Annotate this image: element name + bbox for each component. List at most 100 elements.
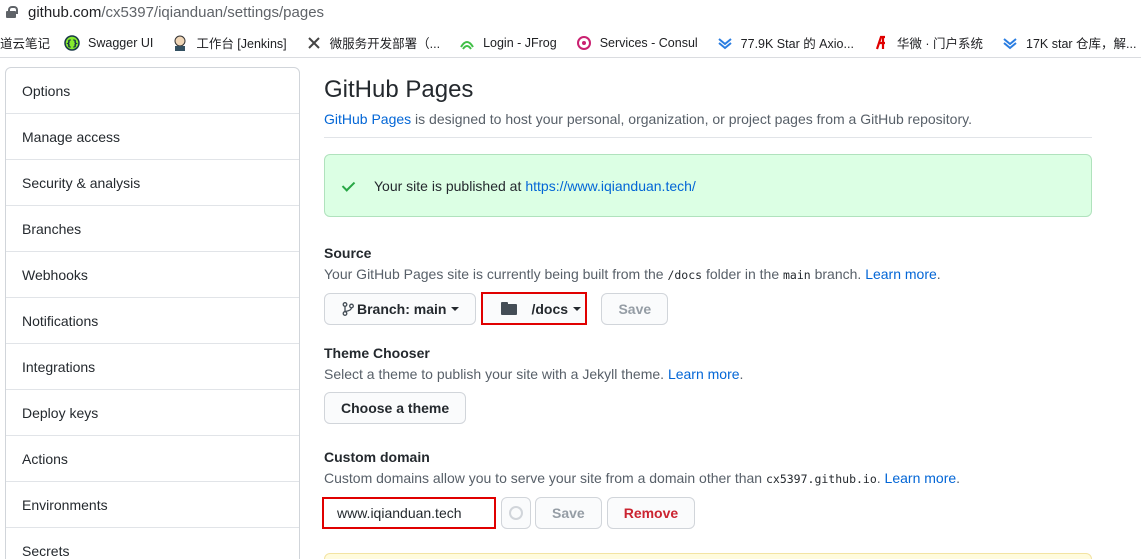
domain-controls: www.iqianduan.tech Save Remove [322,497,1092,529]
source-desc-text: branch. [810,266,866,282]
domain-desc-text: . [876,470,885,486]
pages-settings-main: GitHub Pages GitHub Pages is designed to… [322,67,1092,529]
source-learn-more-link[interactable]: Learn more [865,266,937,282]
branch-select-button[interactable]: Branch: main [324,292,477,325]
folder-icon [501,302,518,315]
git-branch-icon [342,301,354,316]
theme-learn-more-link[interactable]: Learn more [668,366,740,382]
domain-desc-text: Custom domains allow you to serve your s… [324,470,766,486]
domain-save-button[interactable]: Save [535,497,602,529]
chevron-icon [1002,35,1018,51]
lead-text: is designed to host your personal, organ… [411,111,972,127]
bookmark-item[interactable]: 17K star 仓库，解... [1002,33,1136,52]
folder-button-label: /docs [531,300,569,317]
source-desc: Your GitHub Pages site is currently bein… [324,266,1092,282]
domain-desc-end: . [956,470,961,486]
url-path: /cx5397/iqianduan/settings/pages [101,3,325,21]
bookmark-label: 77.9K Star 的 Axio... [740,37,854,51]
lock-icon [6,6,18,18]
domain-code: cx5397.github.io [765,472,877,486]
branch-button-label: Branch: main [357,300,447,317]
domain-desc: Custom domains allow you to serve your s… [324,470,1092,486]
custom-domain-input[interactable]: www.iqianduan.tech [322,497,496,529]
bookmark-label: 17K star 仓库，解... [1026,37,1137,51]
bookmark-label: Swagger UI [88,35,154,50]
x-icon [306,35,322,51]
bookmark-item[interactable]: 77.9K Star 的 Axio... [717,33,854,52]
sidebar-item-actions[interactable]: Actions [6,436,299,482]
url-host: github.com [28,3,102,21]
sidebar-item-secrets[interactable]: Secrets [6,528,299,559]
sidebar-item-notifications[interactable]: Notifications [6,298,299,344]
sidebar-item-security[interactable]: Security & analysis [6,160,299,206]
domain-title: Custom domain [324,449,430,465]
address-bar[interactable]: github.com/cx5397/iqianduan/settings/pag… [0,0,1141,24]
page-lead: GitHub Pages is designed to host your pe… [324,111,1092,127]
github-pages-link[interactable]: GitHub Pages [324,111,411,127]
url-text[interactable]: github.com/cx5397/iqianduan/settings/pag… [28,4,324,21]
consul-icon [576,35,592,51]
sidebar-item-options[interactable]: Options [6,68,299,114]
bookmark-item[interactable]: 道云笔记 [0,33,50,52]
settings-sidebar: Options Manage access Security & analysi… [5,67,300,559]
sidebar-item-label: Manage access [22,128,121,145]
theme-desc: Select a theme to publish your site with… [324,366,1092,382]
source-desc-text: Your GitHub Pages site is currently bein… [324,266,668,282]
site-url-link[interactable]: https://www.iqianduan.tech/ [525,178,695,194]
sidebar-item-label: Deploy keys [22,404,99,421]
sidebar-item-label: Integrations [22,358,96,375]
sidebar-item-label: Notifications [22,312,99,329]
sidebar-item-manage-access[interactable]: Manage access [6,114,299,160]
theme-desc-text: Select a theme to publish your site with… [324,366,668,382]
bookmark-label: Login - JFrog [483,35,557,50]
bookmark-item[interactable]: 微服务开发部署（... [306,33,440,52]
page-title: GitHub Pages [324,76,474,103]
choose-theme-button[interactable]: Choose a theme [324,392,467,424]
jfrog-icon [459,35,475,51]
source-desc-text: folder in the [702,266,783,282]
bookmark-item[interactable]: {} Swagger UI [64,34,154,51]
sidebar-item-label: Branches [22,220,82,237]
sidebar-item-label: Options [22,82,71,99]
caret-down-icon [573,306,582,311]
sidebar-item-environments[interactable]: Environments [6,482,299,528]
bookmarks-bar: 道云笔记 {} Swagger UI 工作台 [Jenkins] 微服务开发部署… [0,28,1141,58]
folder-select-button[interactable]: /docs [481,292,588,325]
source-desc-end: . [936,266,941,282]
bookmark-item[interactable]: Services - Consul [576,35,698,51]
sidebar-item-label: Actions [22,450,68,467]
theme-controls: Choose a theme [324,392,1092,424]
source-save-button[interactable]: Save [601,292,669,325]
domain-learn-more-link[interactable]: Learn more [885,470,957,486]
sidebar-item-label: Security & analysis [22,174,141,191]
domain-remove-button[interactable]: Remove [606,497,696,529]
bookmark-label: 工作台 [Jenkins] [196,37,287,51]
divider [324,137,1092,138]
theme-desc-end: . [739,366,744,382]
bookmark-label: 华微 · 门户系统 [896,37,984,51]
bookmark-item[interactable]: Login - JFrog [459,35,557,51]
sidebar-item-deploy-keys[interactable]: Deploy keys [6,390,299,436]
sidebar-item-integrations[interactable]: Integrations [6,344,299,390]
check-icon [343,181,357,191]
bookmark-label: 微服务开发部署（... [329,37,441,51]
sidebar-item-label: Secrets [22,542,70,559]
jenkins-icon [172,35,188,51]
svg-text:{}: {} [66,39,79,49]
sidebar-item-branches[interactable]: Branches [6,206,299,252]
flash-text: Your site is published at [374,177,522,194]
theme-title: Theme Chooser [324,345,430,361]
bookmark-item[interactable]: 华微 · 门户系统 [873,33,983,52]
dns-check-spinner-icon [501,497,531,529]
warning-flash [324,553,1092,559]
sidebar-item-label: Environments [22,496,108,513]
sidebar-item-webhooks[interactable]: Webhooks [6,252,299,298]
swagger-icon: {} [64,34,80,51]
source-title: Source [324,245,372,261]
bookmark-item[interactable]: 工作台 [Jenkins] [172,33,287,52]
bookmark-label: Services - Consul [599,35,698,50]
custom-domain-value: www.iqianduan.tech [337,505,462,521]
source-controls: Branch: main /docs Save [324,292,1092,325]
hw-icon [873,35,889,51]
sidebar-item-label: Webhooks [22,266,88,283]
